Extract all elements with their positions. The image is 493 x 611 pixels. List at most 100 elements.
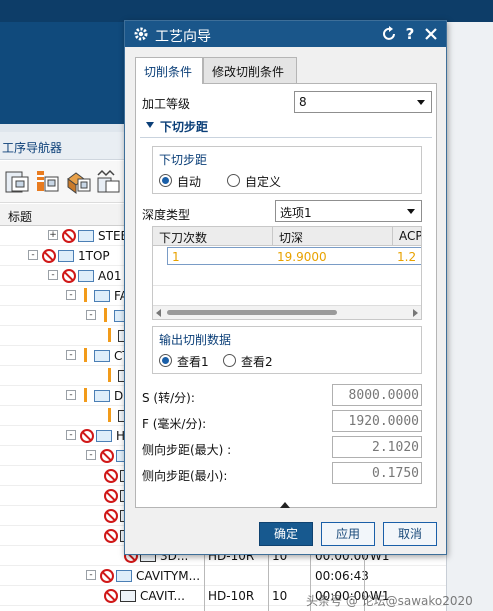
- tab-modify-cutting-conditions[interactable]: 修改切削条件: [203, 57, 297, 83]
- collapse-icon[interactable]: -: [86, 450, 96, 460]
- collapse-icon[interactable]: -: [28, 250, 38, 260]
- program-view-icon[interactable]: [4, 169, 30, 195]
- error-status-icon: [100, 569, 114, 583]
- depth-type-select[interactable]: 选项1: [275, 200, 422, 222]
- dialog-title-bar[interactable]: 工艺向导 ?: [125, 21, 446, 47]
- radio-dot: [159, 354, 172, 367]
- machining-level-select[interactable]: 8: [294, 91, 432, 113]
- tree-item-label: CAVIT...: [140, 589, 185, 603]
- tree-cell-tool: HD-10R: [208, 589, 255, 603]
- stepover-max-field[interactable]: 2.1020: [332, 436, 422, 458]
- collapse-icon[interactable]: -: [86, 570, 96, 580]
- table-cell-acp[interactable]: 1.2: [393, 247, 421, 265]
- scroll-thumb[interactable]: [167, 310, 337, 315]
- expand-icon[interactable]: +: [48, 230, 58, 240]
- error-status-icon: [62, 269, 76, 283]
- tree-item-label: CAVITYM...: [136, 569, 201, 583]
- dialog-title: 工艺向导: [155, 29, 211, 45]
- machining-level-label: 加工等级: [142, 97, 191, 111]
- depth-type-label: 深度类型: [142, 208, 191, 222]
- tree-item-label: 1TOP: [78, 249, 110, 263]
- error-status-icon: [104, 589, 118, 603]
- step-down-group-title: 下切步距: [159, 153, 208, 167]
- table-row[interactable]: - CAVITYM... 00:06:43: [0, 566, 446, 586]
- reset-icon[interactable]: [381, 24, 399, 44]
- error-status-icon: [100, 449, 114, 463]
- depth-type-value: 选项1: [280, 206, 312, 220]
- stepover-min-field[interactable]: 0.1750: [332, 462, 422, 484]
- grid-line: [153, 285, 421, 286]
- column-header-depth[interactable]: 切深: [273, 227, 393, 246]
- radio-dot: [159, 174, 172, 187]
- radio-auto[interactable]: 自动: [159, 173, 219, 189]
- stepover-min-label: 侧向步距(最小):: [142, 469, 228, 483]
- method-view-icon[interactable]: [96, 169, 122, 195]
- top-stripe: [0, 0, 493, 22]
- tree-cell-time: 00:06:43: [315, 569, 369, 583]
- watermark: 头条号 @ 论坛@sawako2020: [306, 594, 473, 608]
- warning-icon: [84, 288, 87, 302]
- error-status-icon: [42, 249, 56, 263]
- tab-cutting-conditions[interactable]: 切削条件: [135, 57, 203, 84]
- warning-icon: [108, 408, 111, 422]
- horizontal-scrollbar[interactable]: [153, 305, 421, 319]
- geometry-view-icon[interactable]: [66, 169, 92, 195]
- warning-icon: [108, 368, 111, 382]
- radio-custom[interactable]: 自定义: [227, 173, 297, 189]
- gear-icon: [134, 27, 148, 41]
- output-cut-data-group: 输出切削数据 查看1 查看2: [152, 326, 422, 374]
- scroll-right-icon[interactable]: [413, 309, 418, 317]
- scroll-left-icon[interactable]: [156, 309, 161, 317]
- step-down-section-header[interactable]: 下切步距: [140, 114, 432, 138]
- column-header-acp[interactable]: ACP: [393, 227, 421, 246]
- step-down-section-title: 下切步距: [160, 120, 209, 134]
- table-cell-depth[interactable]: 19.9000: [273, 247, 393, 265]
- radio-view2[interactable]: 查看2: [223, 353, 293, 369]
- collapse-icon[interactable]: -: [66, 290, 76, 300]
- radio-custom-label: 自定义: [245, 175, 282, 189]
- chevron-down-icon: [417, 100, 425, 105]
- folder-icon: [94, 350, 110, 362]
- tree-cell-num: 10: [272, 589, 288, 603]
- column-header-cuts[interactable]: 下刀次数: [153, 227, 273, 246]
- folder-icon: [96, 430, 112, 442]
- warning-icon: [84, 348, 87, 362]
- folder-icon: [94, 290, 110, 302]
- feed-rate-label: F (毫米/分):: [142, 417, 207, 431]
- collapse-triangle-icon: [146, 122, 154, 128]
- output-group-title: 输出切削数据: [159, 333, 232, 347]
- navigator-column-header[interactable]: 标题: [0, 204, 126, 226]
- error-status-icon: [80, 429, 94, 443]
- error-status-icon: [104, 529, 118, 543]
- column-title: 标题: [8, 210, 33, 224]
- cancel-button[interactable]: 取消: [383, 522, 437, 546]
- ok-button[interactable]: 确定: [259, 522, 313, 546]
- spindle-speed-field[interactable]: 8000.0000: [332, 384, 422, 406]
- step-down-section: 下切步距 下切步距 自动 自定义 深度类型 选项1 下刀次数 切深 ACP 1 …: [140, 114, 432, 512]
- close-icon[interactable]: [422, 24, 440, 44]
- navigator-title: 工序导航器: [2, 141, 63, 155]
- step-table: 下刀次数 切深 ACP 1 19.9000 1.2: [152, 226, 422, 320]
- radio-view1[interactable]: 查看1: [159, 353, 219, 369]
- table-cell-cuts[interactable]: 1: [167, 247, 273, 265]
- folder-icon: [94, 390, 110, 402]
- collapse-icon[interactable]: -: [66, 390, 76, 400]
- collapse-icon[interactable]: -: [66, 350, 76, 360]
- expand-more-icon[interactable]: [280, 502, 290, 508]
- feed-rate-field[interactable]: 1920.0000: [332, 410, 422, 432]
- collapse-icon[interactable]: -: [86, 310, 96, 320]
- process-wizard-dialog: 工艺向导 ? 切削条件 修改切削条件 加工等级 8 下切步距 下切步距 自动 自…: [124, 20, 447, 555]
- error-status-icon: [104, 509, 118, 523]
- error-status-icon: [104, 469, 118, 483]
- help-icon[interactable]: ?: [401, 24, 419, 44]
- warning-icon: [104, 308, 107, 322]
- machining-level-value: 8: [299, 95, 307, 109]
- collapse-icon[interactable]: -: [66, 430, 76, 440]
- apply-button[interactable]: 应用: [321, 522, 375, 546]
- folder-icon: [78, 230, 94, 242]
- operation-icon: [120, 590, 136, 602]
- right-panel: [446, 22, 493, 611]
- tool-view-icon[interactable]: [34, 169, 60, 195]
- collapse-icon[interactable]: -: [48, 270, 58, 280]
- warning-icon: [84, 388, 87, 402]
